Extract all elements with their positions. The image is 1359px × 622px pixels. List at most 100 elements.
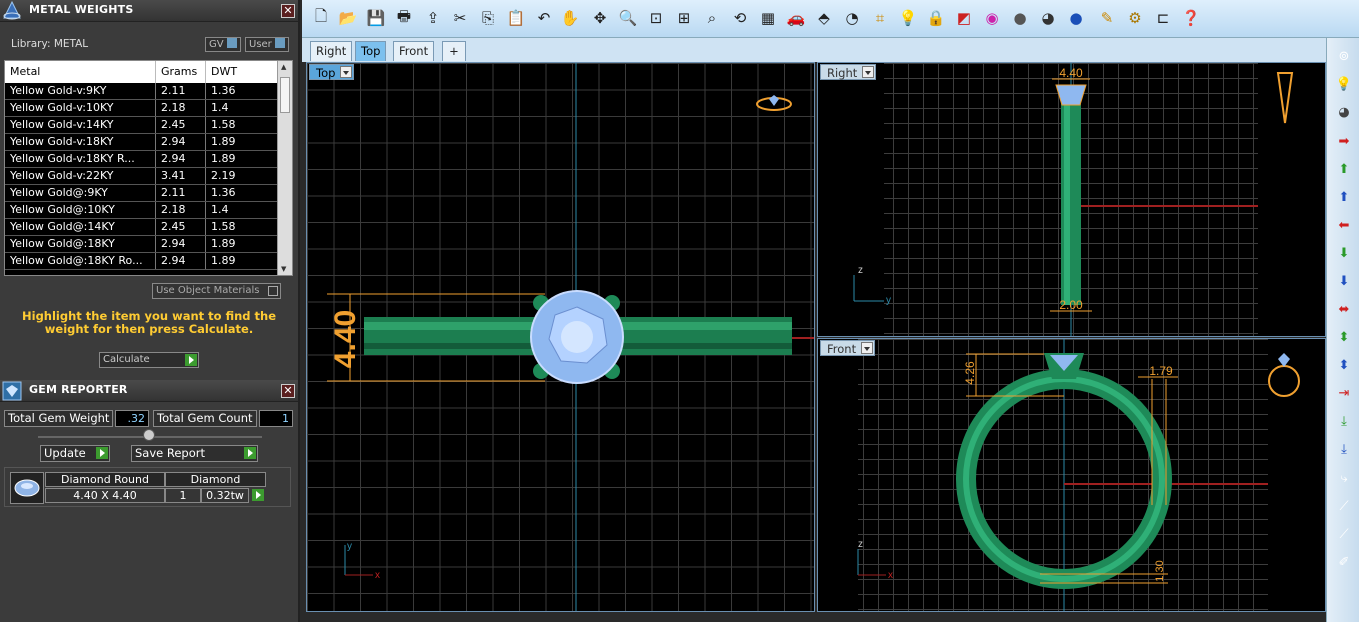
metal-table-scrollbar[interactable]: ▲ ▼ — [277, 61, 292, 275]
gv-toggle[interactable]: GV — [205, 37, 241, 52]
use-object-materials-toggle[interactable]: Use Object Materials — [152, 283, 281, 299]
settings-gear-icon[interactable]: ⚙ — [1124, 7, 1146, 29]
rotate-view-icon[interactable]: ✥ — [589, 7, 611, 29]
light-bulb-icon[interactable]: 💡 — [897, 7, 919, 29]
lock-icon[interactable]: 🔒 — [925, 7, 947, 29]
gem-detail-go-icon[interactable] — [252, 489, 264, 501]
table-row[interactable]: Yellow Gold@:18KY 2.94 1.89 — [5, 236, 278, 253]
table-row[interactable]: Yellow Gold-v:10KY 2.18 1.4 — [5, 100, 278, 117]
pencil-icon[interactable]: ✎ — [1096, 7, 1118, 29]
calculate-button[interactable]: Calculate — [99, 352, 199, 368]
export-icon[interactable]: ⇪ — [422, 7, 444, 29]
update-button[interactable]: Update — [40, 445, 110, 462]
snap-icon[interactable]: ⌗ — [869, 7, 891, 29]
eraser-icon[interactable]: ✐ — [1334, 552, 1354, 572]
front-viewport[interactable]: 4.26 1.79 1.30 z x Front — [817, 338, 1326, 612]
top-viewport-label[interactable]: Top — [309, 64, 355, 80]
light-icon[interactable]: 💡 — [1334, 74, 1354, 94]
metal-rows: Yellow Gold-v:9KY 2.11 1.36 Yellow Gold-v:1… — [5, 83, 278, 270]
scroll-thumb[interactable] — [280, 77, 290, 113]
shrink-vertical-icon[interactable]: ⤓ — [1334, 411, 1354, 431]
table-row[interactable]: Yellow Gold-v:14KY 2.45 1.58 — [5, 117, 278, 134]
pan-hand-icon[interactable]: ✋ — [559, 7, 581, 29]
add-tab-icon[interactable]: + — [442, 41, 466, 61]
four-view-icon[interactable]: ▦ — [757, 7, 779, 29]
scroll-down-icon[interactable]: ▼ — [281, 265, 286, 273]
print-icon[interactable]: 🖶 — [393, 7, 415, 29]
user-toggle[interactable]: User — [245, 37, 289, 52]
stretch-vertical-icon[interactable]: ⬍ — [1334, 327, 1354, 347]
zoom-in-icon[interactable]: 🔍 — [617, 7, 639, 29]
move-up-blue-icon[interactable]: ⬆ — [1334, 187, 1354, 207]
gem-slider-knob[interactable] — [143, 429, 155, 441]
tab-front[interactable]: Front — [393, 41, 435, 61]
right-viewport[interactable]: 4.40 2.00 z y Right — [817, 62, 1326, 337]
column-metal[interactable]: Metal — [5, 61, 156, 83]
close-gem-panel-button[interactable]: ✕ — [281, 384, 295, 398]
column-dwt[interactable]: DWT — [206, 61, 278, 83]
copy-icon[interactable]: ⎘ — [477, 7, 499, 29]
top-view-dropdown-icon[interactable] — [340, 66, 353, 78]
help-icon[interactable]: ❓ — [1180, 7, 1202, 29]
measure-icon[interactable]: ◔ — [841, 7, 863, 29]
open-folder-icon[interactable]: 📂 — [337, 7, 359, 29]
table-row[interactable]: Yellow Gold-v:18KY 2.94 1.89 — [5, 134, 278, 151]
save-icon[interactable]: 💾 — [365, 7, 387, 29]
top-viewport[interactable]: 4.40 y x Top — [306, 62, 815, 612]
front-view-dropdown-icon[interactable] — [861, 342, 874, 354]
front-viewport-label[interactable]: Front — [820, 340, 876, 356]
shrink-horizontal-icon[interactable]: ⇥ — [1334, 383, 1354, 403]
gem-reporter-panel: GEM REPORTER ✕ Total Gem Weight .32 Tota… — [0, 380, 298, 622]
gem-weight: 0.32tw — [201, 488, 249, 503]
move-down-icon[interactable]: ⬇ — [1334, 243, 1354, 263]
table-row[interactable]: Yellow Gold-v:22KY 3.41 2.19 — [5, 168, 278, 185]
zoom-selected-icon[interactable]: ⌕ — [701, 7, 723, 29]
color-wheel-icon[interactable]: ◉ — [981, 7, 1003, 29]
blue-sphere-icon[interactable]: ● — [1065, 7, 1087, 29]
right-view-dropdown-icon[interactable] — [862, 66, 875, 78]
sphere-render-icon[interactable]: ◕ — [1334, 102, 1354, 122]
undo-icon[interactable]: ↶ — [533, 7, 555, 29]
table-row[interactable]: Yellow Gold@:18KY Ro... 2.94 1.89 — [5, 253, 278, 270]
move-left-icon[interactable]: ⬅ — [1334, 215, 1354, 235]
cut-icon[interactable]: ✂ — [449, 7, 471, 29]
table-row[interactable]: Yellow Gold@:9KY 2.11 1.36 — [5, 185, 278, 202]
table-row[interactable]: Yellow Gold@:14KY 2.45 1.58 — [5, 219, 278, 236]
grams-cell: 2.94 — [156, 253, 206, 269]
car-icon[interactable]: 🚗 — [785, 7, 807, 29]
polyline-tool-icon[interactable]: ⟋ — [1334, 524, 1354, 544]
save-report-button[interactable]: Save Report — [131, 445, 258, 462]
paste-icon[interactable]: 📋 — [505, 7, 527, 29]
table-row[interactable]: Yellow Gold-v:9KY 2.11 1.36 — [5, 83, 278, 100]
new-file-icon[interactable]: 🗋 — [310, 7, 332, 29]
stretch-depth-icon[interactable]: ⬍ — [1334, 355, 1354, 375]
tab-top[interactable]: Top — [355, 41, 387, 61]
undo-view-icon[interactable]: ⟲ — [729, 7, 751, 29]
shrink-depth-icon[interactable]: ⤓ — [1334, 439, 1354, 459]
line-tool-icon[interactable]: ⟋ — [1334, 496, 1354, 516]
zoom-extents-icon[interactable]: ⊞ — [673, 7, 695, 29]
move-down-blue-icon[interactable]: ⬇ — [1334, 271, 1354, 291]
right-viewport-label[interactable]: Right — [820, 64, 877, 80]
bend-curve-icon[interactable]: ⤷ — [1334, 468, 1354, 488]
gem-material: Diamond — [165, 472, 266, 487]
move-right-icon[interactable]: ➡ — [1334, 131, 1354, 151]
plane-icon[interactable]: ⬘ — [813, 7, 835, 29]
close-metal-panel-button[interactable]: ✕ — [281, 4, 295, 18]
layers-icon[interactable]: ◩ — [953, 7, 975, 29]
stretch-horizontal-icon[interactable]: ⬌ — [1334, 299, 1354, 319]
move-up-icon[interactable]: ⬆ — [1334, 159, 1354, 179]
table-row[interactable]: Yellow Gold-v:18KY R... 2.94 1.89 — [5, 151, 278, 168]
dimension-icon[interactable]: ⊏ — [1152, 7, 1174, 29]
metal-weights-header: METAL WEIGHTS ✕ — [0, 0, 298, 22]
zoom-window-icon[interactable]: ⊡ — [645, 7, 667, 29]
tab-right[interactable]: Right — [310, 41, 353, 61]
shaded-sphere-icon[interactable]: ● — [1009, 7, 1031, 29]
rendered-sphere-icon[interactable]: ◕ — [1037, 7, 1059, 29]
table-row[interactable]: Yellow Gold@:10KY 2.18 1.4 — [5, 202, 278, 219]
use-object-materials-checkbox[interactable] — [268, 286, 278, 296]
scroll-up-icon[interactable]: ▲ — [281, 63, 286, 71]
column-grams[interactable]: Grams — [156, 61, 206, 83]
camera-icon[interactable]: ⊚ — [1334, 46, 1354, 66]
gem-list-item[interactable]: Diamond Round Diamond 4.40 X 4.40 1 0.32… — [4, 467, 291, 507]
